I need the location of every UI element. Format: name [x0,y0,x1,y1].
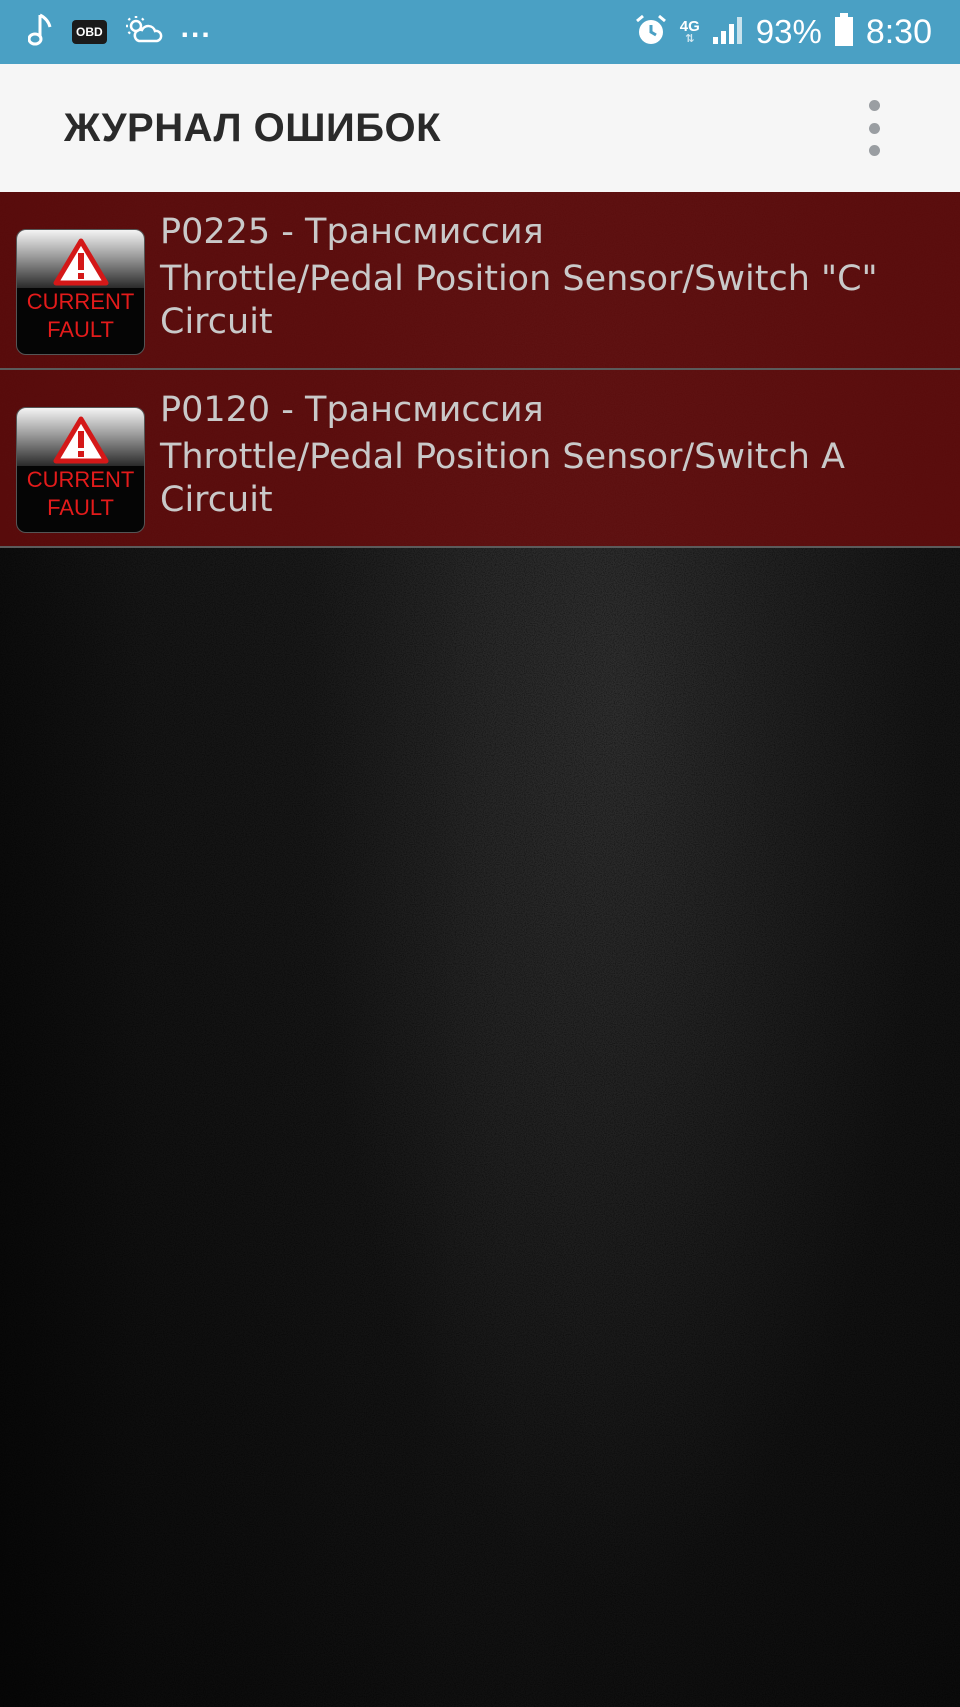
overflow-menu-icon-dot [868,145,880,156]
page-title: ЖУРНАЛ ОШИБОК [64,106,441,150]
status-bar-system: 4G ⇅ 93% 8:30 [634,0,932,64]
alarm-clock-icon [634,13,668,52]
fault-description: Throttle/Pedal Position Sensor/Switch A … [160,437,845,520]
network-type-indicator: 4G ⇅ [680,19,700,45]
current-fault-badge: CURRENT FAULT [16,407,145,533]
fault-list: CURRENT FAULT P0225 - Трансмиссия Thrott… [0,192,960,548]
battery-percent: 93% [755,13,822,50]
fault-list-item[interactable]: CURRENT FAULT P0120 - Трансмиссия Thrott… [0,370,960,548]
badge-label-current: CURRENT [26,467,135,492]
music-note-icon [27,13,54,52]
fault-list-item[interactable]: CURRENT FAULT P0225 - Трансмиссия Thrott… [0,192,960,370]
signal-bars-icon [712,15,744,50]
fault-code: P0120 - Трансмиссия [160,390,544,430]
badge-label-fault: FAULT [47,495,114,520]
overflow-menu-icon-dot [868,122,880,134]
overflow-menu-button[interactable] [850,100,898,156]
error-log-screen: OBD ... 4G ⇅ 93% 8:30 ЖУРНАЛ ОШИБОК CURR… [0,0,960,1707]
current-fault-badge: CURRENT FAULT [16,229,145,355]
warning-triangle-icon [53,416,109,464]
app-bar: ЖУРНАЛ ОШИБОК [0,64,960,192]
status-bar: OBD ... 4G ⇅ 93% 8:30 [0,0,960,64]
weather-icon [125,15,163,50]
network-type-label: 4G [679,18,700,35]
badge-label-fault: FAULT [47,317,114,342]
clock-time: 8:30 [865,13,932,51]
more-notifications-indicator: ... [180,11,212,44]
obd-icon: OBD [72,20,107,44]
battery-icon [834,12,854,52]
badge-label-current: CURRENT [26,289,135,314]
status-bar-notifications: OBD ... [27,0,212,64]
fault-description: Throttle/Pedal Position Sensor/Switch "C… [160,259,878,342]
overflow-menu-icon [868,100,880,111]
fault-code: P0225 - Трансмиссия [160,212,544,252]
data-activity-arrows: ⇅ [685,33,695,45]
warning-triangle-icon [53,238,109,286]
